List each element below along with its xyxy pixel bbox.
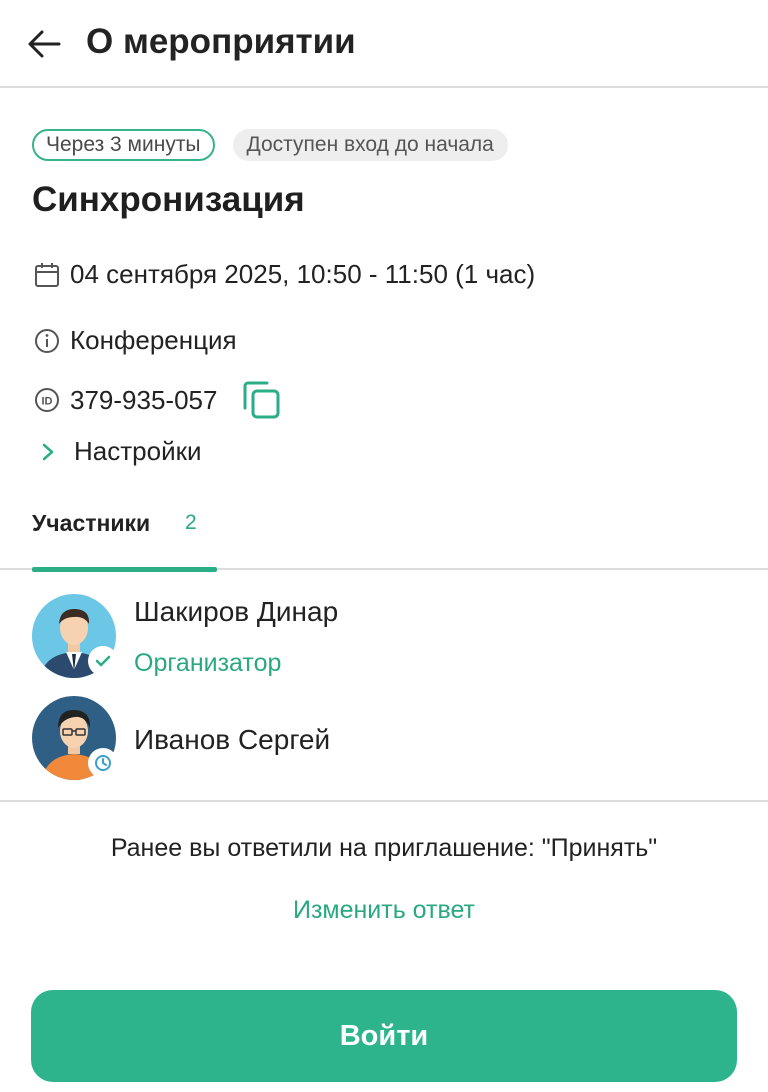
info-icon: [32, 326, 62, 356]
svg-text:ID: ID: [42, 396, 53, 408]
calendar-icon: [32, 260, 62, 290]
event-type-row: Конференция: [32, 325, 237, 356]
previous-response-text: Ранее вы ответили на приглашение: "Приня…: [110, 834, 658, 862]
copy-id-button[interactable]: [237, 376, 285, 424]
settings-label: Настройки: [74, 436, 202, 466]
event-datetime: 04 сентября 2025, 10:50 - 11:50 (1 час): [70, 259, 536, 289]
check-icon: [95, 655, 111, 667]
tab-bar: Участники 2: [0, 500, 768, 572]
accepted-status: [88, 646, 118, 676]
back-button[interactable]: [22, 22, 66, 66]
id-icon: ID: [32, 385, 62, 415]
settings-expander[interactable]: Настройки: [32, 436, 202, 467]
starts-in-badge: Через 3 минуты: [32, 129, 215, 161]
chevron-right-icon: [36, 437, 60, 467]
participant-item[interactable]: Иванов Сергей: [32, 694, 732, 784]
event-datetime-row: 04 сентября 2025, 10:50 - 11:50 (1 час): [32, 259, 535, 290]
event-type: Конференция: [70, 325, 237, 355]
join-button-label: Войти: [339, 1019, 429, 1052]
pending-status: [88, 748, 118, 778]
page-title: О мероприятии: [86, 22, 356, 61]
participant-name: Иванов Сергей: [134, 724, 331, 755]
event-badges: Через 3 минуты Доступен вход до начала: [32, 129, 508, 161]
arrow-left-icon: [28, 30, 61, 58]
divider: [0, 800, 768, 802]
tab-participants[interactable]: Участники 2: [32, 500, 217, 572]
participant-name: Шакиров Динар: [134, 596, 339, 627]
participants-count: 2: [185, 511, 197, 534]
tab-active-indicator: [32, 567, 217, 572]
clock-icon: [95, 755, 111, 771]
early-access-badge: Доступен вход до начала: [232, 129, 508, 161]
app-header: О мероприятии: [0, 0, 768, 88]
event-id-row: ID 379-935-057: [32, 376, 285, 424]
event-title: Синхронизация: [32, 180, 305, 219]
copy-icon: [243, 381, 280, 419]
tab-participants-label: Участники: [32, 510, 151, 536]
participant-role: Организатор: [134, 649, 282, 677]
join-button[interactable]: Войти: [31, 990, 737, 1082]
change-response-link[interactable]: Изменить ответ: [0, 896, 768, 925]
event-id: 379-935-057: [70, 384, 218, 415]
participant-item[interactable]: Шакиров Динар Организатор: [32, 592, 732, 682]
